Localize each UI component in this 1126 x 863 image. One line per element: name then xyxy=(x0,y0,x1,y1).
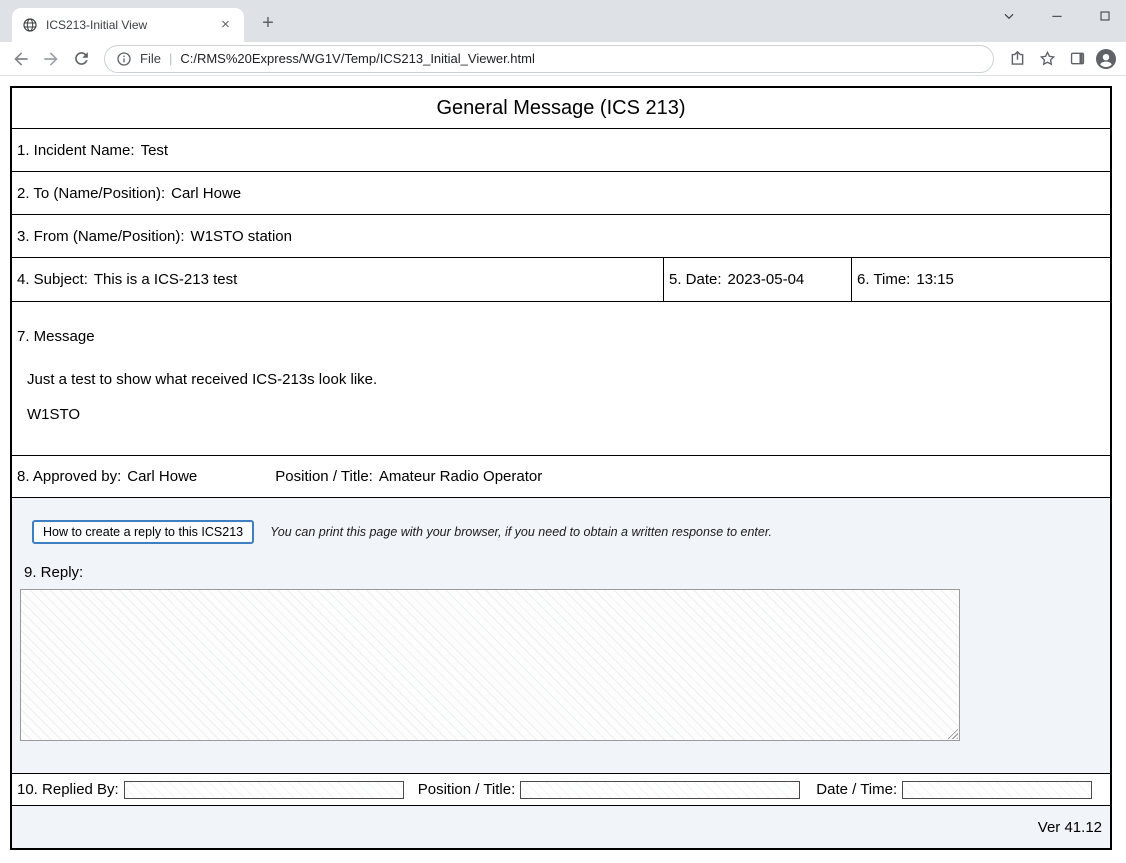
time-value: 13:15 xyxy=(916,271,954,288)
form-footer: Ver 41.12 xyxy=(12,806,1110,848)
position-title-value: Amateur Radio Operator xyxy=(379,468,542,485)
info-icon[interactable] xyxy=(116,51,132,67)
replied-position-input[interactable] xyxy=(520,781,800,799)
subject-date-time-row: 4. Subject: This is a ICS-213 test 5. Da… xyxy=(12,258,1110,302)
ics213-form: General Message (ICS 213) 1. Incident Na… xyxy=(10,86,1112,850)
address-bar[interactable]: File | C:/RMS%20Express/WG1V/Temp/ICS213… xyxy=(104,45,994,73)
browser-window: ICS213-Initial View × + xyxy=(0,0,1126,863)
from-label: 3. From (Name/Position): xyxy=(17,228,185,245)
share-icon[interactable] xyxy=(1004,46,1030,72)
browser-tab[interactable]: ICS213-Initial View × xyxy=(12,8,244,42)
tab-title: ICS213-Initial View xyxy=(46,18,209,32)
from-value: W1STO station xyxy=(191,228,292,245)
reply-section: How to create a reply to this ICS213 You… xyxy=(12,498,1110,774)
bookmark-star-icon[interactable] xyxy=(1034,46,1060,72)
incident-value: Test xyxy=(141,142,169,159)
minimize-icon[interactable] xyxy=(1048,7,1066,25)
time-label: 6. Time: xyxy=(857,271,910,288)
profile-avatar-icon[interactable] xyxy=(1094,47,1118,71)
replied-datetime-label: Date / Time: xyxy=(816,781,897,798)
message-signature: W1STO xyxy=(27,406,1102,423)
time-cell: 6. Time: 13:15 xyxy=(852,258,1110,301)
approved-row: 8. Approved by: Carl Howe Position / Tit… xyxy=(12,456,1110,498)
to-value: Carl Howe xyxy=(171,185,241,202)
incident-label: 1. Incident Name: xyxy=(17,142,135,159)
from-row: 3. From (Name/Position): W1STO station xyxy=(12,215,1110,258)
subject-value: This is a ICS-213 test xyxy=(94,271,237,288)
position-title-label: Position / Title: xyxy=(275,468,373,485)
replied-by-label: 10. Replied By: xyxy=(17,781,119,798)
date-label: 5. Date: xyxy=(669,271,722,288)
window-controls xyxy=(1000,0,1114,32)
message-label: 7. Message xyxy=(17,328,1102,345)
page-content: General Message (ICS 213) 1. Incident Na… xyxy=(0,76,1126,863)
back-icon[interactable] xyxy=(8,46,34,72)
reply-help-row: How to create a reply to this ICS213 You… xyxy=(32,520,1104,544)
approved-value: Carl Howe xyxy=(127,468,197,485)
date-cell: 5. Date: 2023-05-04 xyxy=(664,258,852,301)
reply-help-note: You can print this page with your browse… xyxy=(270,525,772,539)
navigation-bar: File | C:/RMS%20Express/WG1V/Temp/ICS213… xyxy=(0,42,1126,76)
close-tab-icon[interactable]: × xyxy=(217,17,234,34)
incident-row: 1. Incident Name: Test xyxy=(12,129,1110,172)
form-title: General Message (ICS 213) xyxy=(12,88,1110,129)
version-text: Ver 41.12 xyxy=(1038,819,1102,836)
to-label: 2. To (Name/Position): xyxy=(17,185,165,202)
reply-label: 9. Reply: xyxy=(24,564,1104,581)
replied-position-label: Position / Title: xyxy=(418,781,516,798)
new-tab-button[interactable]: + xyxy=(254,9,282,37)
reply-textarea-wrap xyxy=(20,589,960,741)
replied-by-input[interactable] xyxy=(124,781,404,799)
replied-row: 10. Replied By: Position / Title: Date /… xyxy=(12,774,1110,806)
tab-strip: ICS213-Initial View × + xyxy=(0,0,1126,42)
reply-help-button[interactable]: How to create a reply to this ICS213 xyxy=(32,520,254,544)
url-scheme: File xyxy=(140,51,161,66)
approved-label: 8. Approved by: xyxy=(17,468,121,485)
side-panel-icon[interactable] xyxy=(1064,46,1090,72)
date-value: 2023-05-04 xyxy=(728,271,805,288)
forward-icon[interactable] xyxy=(38,46,64,72)
url-separator: | xyxy=(169,51,172,66)
url-text: C:/RMS%20Express/WG1V/Temp/ICS213_Initia… xyxy=(180,51,535,66)
to-row: 2. To (Name/Position): Carl Howe xyxy=(12,172,1110,215)
subject-cell: 4. Subject: This is a ICS-213 test xyxy=(12,258,664,301)
maximize-icon[interactable] xyxy=(1096,7,1114,25)
message-line: Just a test to show what received ICS-21… xyxy=(27,371,1102,388)
replied-datetime-input[interactable] xyxy=(902,781,1092,799)
reply-textarea[interactable] xyxy=(20,589,960,741)
subject-label: 4. Subject: xyxy=(17,271,88,288)
chevron-down-icon[interactable] xyxy=(1000,7,1018,25)
globe-favicon-icon xyxy=(22,17,38,33)
reload-icon[interactable] xyxy=(68,46,94,72)
message-row: 7. Message Just a test to show what rece… xyxy=(12,302,1110,456)
